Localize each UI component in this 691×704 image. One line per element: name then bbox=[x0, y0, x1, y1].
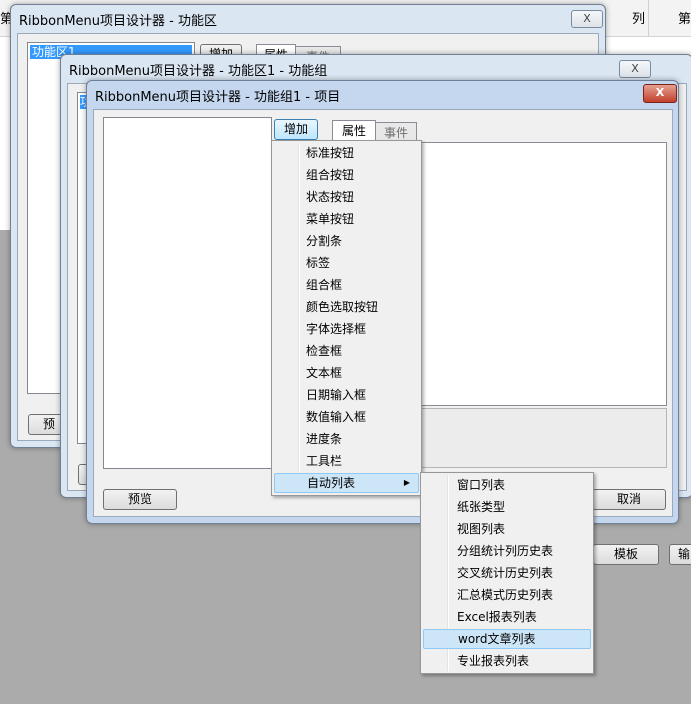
add-item-menu: 标准按钮 组合按钮 状态按钮 菜单按钮 分割条 标签 组合框 颜色选取按钮 字体… bbox=[271, 140, 422, 496]
menu-item-color-picker[interactable]: 颜色选取按钮 bbox=[274, 297, 419, 317]
preview-button[interactable]: 预览 bbox=[103, 489, 177, 510]
window-title: RibbonMenu项目设计器 - 功能组1 - 项目 bbox=[95, 90, 341, 105]
sheet-column-divider bbox=[648, 0, 649, 36]
menu-item-date-input[interactable]: 日期输入框 bbox=[274, 385, 419, 405]
submenu-item-paper-type[interactable]: 纸张类型 bbox=[423, 497, 591, 517]
tab-properties[interactable]: 属性 bbox=[332, 120, 376, 141]
menu-item-state-button[interactable]: 状态按钮 bbox=[274, 187, 419, 207]
menu-item-standard-button[interactable]: 标准按钮 bbox=[274, 143, 419, 163]
add-button[interactable]: 增加 bbox=[274, 119, 318, 140]
output-button-partial[interactable]: 输 bbox=[669, 544, 691, 565]
submenu-arrow-icon: ▶ bbox=[403, 478, 410, 487]
template-button[interactable]: 模板 bbox=[593, 544, 659, 565]
close-button[interactable]: X bbox=[571, 10, 603, 28]
menu-item-combobox[interactable]: 组合框 bbox=[274, 275, 419, 295]
menu-item-number-input[interactable]: 数值输入框 bbox=[274, 407, 419, 427]
submenu-item-pro-report-list[interactable]: 专业报表列表 bbox=[423, 651, 591, 671]
auto-list-submenu: 窗口列表 纸张类型 视图列表 分组统计列历史表 交叉统计历史列表 汇总模式历史列… bbox=[420, 472, 594, 674]
submenu-item-summary-history[interactable]: 汇总模式历史列表 bbox=[423, 585, 591, 605]
sheet-header-cell-mid: 列 bbox=[632, 12, 646, 27]
menu-item-font-picker[interactable]: 字体选择框 bbox=[274, 319, 419, 339]
menu-item-progress-bar[interactable]: 进度条 bbox=[274, 429, 419, 449]
description-panel bbox=[420, 408, 667, 468]
menu-item-label[interactable]: 标签 bbox=[274, 253, 419, 273]
menu-item-checkbox[interactable]: 检查框 bbox=[274, 341, 419, 361]
submenu-item-window-list[interactable]: 窗口列表 bbox=[423, 475, 591, 495]
properties-panel[interactable] bbox=[420, 142, 667, 406]
menu-item-toolbar[interactable]: 工具栏 bbox=[274, 451, 419, 471]
close-button[interactable]: X bbox=[619, 60, 651, 78]
submenu-item-group-stat-history[interactable]: 分组统计列历史表 bbox=[423, 541, 591, 561]
cancel-button[interactable]: 取消 bbox=[592, 489, 666, 510]
window-title: RibbonMenu项目设计器 - 功能区 bbox=[19, 14, 217, 29]
sheet-header-cell-right: 第 bbox=[678, 12, 691, 27]
menu-item-menu-button[interactable]: 菜单按钮 bbox=[274, 209, 419, 229]
window-title: RibbonMenu项目设计器 - 功能区1 - 功能组 bbox=[69, 64, 328, 79]
menu-item-auto-list[interactable]: 自动列表 ▶ bbox=[274, 473, 419, 493]
submenu-item-cross-stat-history[interactable]: 交叉统计历史列表 bbox=[423, 563, 591, 583]
close-button[interactable]: X bbox=[643, 84, 677, 103]
menu-item-auto-list-label: 自动列表 bbox=[307, 476, 356, 490]
menu-item-separator[interactable]: 分割条 bbox=[274, 231, 419, 251]
submenu-item-word-article-list[interactable]: word文章列表 bbox=[423, 629, 591, 649]
items-list[interactable] bbox=[103, 117, 272, 469]
submenu-item-view-list[interactable]: 视图列表 bbox=[423, 519, 591, 539]
submenu-item-excel-report-list[interactable]: Excel报表列表 bbox=[423, 607, 591, 627]
menu-item-combo-button[interactable]: 组合按钮 bbox=[274, 165, 419, 185]
menu-item-textbox[interactable]: 文本框 bbox=[274, 363, 419, 383]
